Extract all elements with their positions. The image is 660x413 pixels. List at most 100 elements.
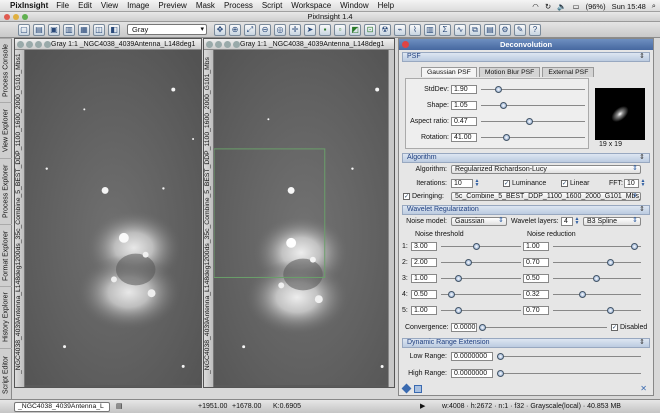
aspect-ratio-field[interactable]: 0.47: [451, 117, 477, 126]
menu-view[interactable]: View: [101, 1, 118, 10]
high-range-field[interactable]: 0.0000000: [451, 369, 493, 378]
collapse-icon[interactable]: ⇕: [639, 206, 645, 214]
new-instance-icon[interactable]: [401, 383, 412, 394]
tab-view-explorer[interactable]: View Explorer: [0, 102, 12, 158]
noise-threshold-slider[interactable]: [441, 306, 521, 315]
noise-threshold-field[interactable]: 1.00: [411, 306, 437, 315]
tab-gaussian-psf[interactable]: Gaussian PSF: [421, 67, 477, 77]
fft-field[interactable]: 10: [624, 179, 639, 188]
iterations-field[interactable]: 10: [451, 179, 473, 188]
image-window-original[interactable]: Gray 1:1 _NGC4038_4039Antenna_L148deg1 _…: [14, 38, 202, 388]
slider-knob[interactable]: [497, 370, 504, 377]
rgb-icon[interactable]: ◧: [108, 23, 120, 36]
image-identifier-bar[interactable]: _NGC4038_4039Antenna_L148deg1200ds_35c_C…: [204, 50, 214, 387]
battery-icon[interactable]: ▭: [572, 2, 579, 11]
stddev-slider[interactable]: [481, 85, 585, 94]
high-range-slider[interactable]: [497, 369, 641, 378]
clock[interactable]: Sun 15:48: [612, 2, 646, 11]
noise-reduction-field[interactable]: 0.32: [523, 290, 549, 299]
slider-knob[interactable]: [526, 118, 534, 125]
stf-auto-icon[interactable]: ⌁: [394, 23, 406, 36]
noise-threshold-slider[interactable]: [441, 258, 521, 267]
convergence-slider[interactable]: [479, 323, 607, 332]
play-icon[interactable]: ▶: [420, 400, 425, 413]
noise-threshold-slider[interactable]: [441, 274, 521, 283]
zoom-1to1-icon[interactable]: ◎: [274, 23, 286, 36]
zoom-fit-icon[interactable]: ⤢: [244, 23, 256, 36]
slider-knob[interactable]: [479, 324, 486, 331]
slider-knob[interactable]: [448, 291, 456, 298]
menu-edit[interactable]: Edit: [78, 1, 92, 10]
menu-script[interactable]: Script: [262, 1, 282, 10]
noise-reduction-field[interactable]: 0.70: [523, 258, 549, 267]
image-iconize-icon[interactable]: [35, 41, 42, 48]
reset-icon[interactable]: ✕: [640, 384, 647, 393]
close-image-icon[interactable]: ▥: [63, 23, 75, 36]
sync-icon[interactable]: ↻: [545, 2, 551, 11]
fft-stepper[interactable]: ▲ ▼: [640, 179, 646, 188]
noise-reduction-slider[interactable]: [553, 274, 641, 283]
image-close-icon[interactable]: [206, 41, 213, 48]
save-icon[interactable]: ▣: [48, 23, 60, 36]
cursor-icon[interactable]: ➤: [304, 23, 316, 36]
scaling-function-select[interactable]: B3 Spline: [583, 217, 641, 226]
checkbox-box[interactable]: ✓: [503, 180, 510, 187]
window-icon[interactable]: ◫: [93, 23, 105, 36]
aspect-ratio-slider[interactable]: [481, 117, 585, 126]
explorer-icon[interactable]: ▤: [484, 23, 496, 36]
checkbox-box[interactable]: ✓: [611, 324, 618, 331]
help-icon[interactable]: ?: [529, 23, 541, 36]
noise-reduction-slider[interactable]: [553, 290, 641, 299]
pan-icon[interactable]: ✥: [214, 23, 226, 36]
checkbox-box[interactable]: ✓: [403, 193, 410, 200]
stf-icon[interactable]: ☢: [379, 23, 391, 36]
menu-workspace[interactable]: Workspace: [291, 1, 331, 10]
image-identifier-bar[interactable]: _NGC4038_4039Antenna_L148deg1200ds_35c_C…: [15, 50, 25, 387]
disabled-checkbox[interactable]: ✓ Disabled: [611, 324, 647, 331]
tab-format-explorer[interactable]: Format Explorer: [0, 224, 12, 286]
noise-threshold-slider[interactable]: [441, 242, 521, 251]
slider-knob[interactable]: [455, 307, 463, 314]
shape-field[interactable]: 1.05: [451, 101, 477, 110]
slider-knob[interactable]: [607, 259, 615, 266]
slider-knob[interactable]: [500, 102, 508, 109]
section-wavelet-regularization[interactable]: Wavelet Regularization ⇕: [402, 205, 650, 215]
linear-checkbox[interactable]: ✓ Linear: [561, 180, 589, 187]
section-dynamic-range[interactable]: Dynamic Range Extension ⇕: [402, 338, 650, 348]
apply-icon[interactable]: [414, 385, 422, 393]
vertical-scrollbar[interactable]: [388, 50, 394, 387]
deringing-support-select[interactable]: 5c_Combine_5_BEST_DDP_1100_1600_2000_G10…: [451, 192, 641, 201]
noise-threshold-field[interactable]: 3.00: [411, 242, 437, 251]
shape-slider[interactable]: [481, 101, 585, 110]
algorithm-select[interactable]: Regularized Richardson-Lucy: [451, 165, 641, 174]
panel-close-icon[interactable]: [402, 41, 409, 48]
curves-icon[interactable]: ∿: [454, 23, 466, 36]
menu-image[interactable]: Image: [127, 1, 149, 10]
noise-threshold-slider[interactable]: [441, 290, 521, 299]
tab-history-explorer[interactable]: History Explorer: [0, 286, 12, 348]
tab-process-explorer[interactable]: Process Explorer: [0, 158, 12, 224]
stddev-field[interactable]: 1.90: [451, 85, 477, 94]
slider-knob[interactable]: [464, 259, 472, 266]
image-window-preview[interactable]: Gray 1:1 _NGC4038_4039Antenna_L148deg1 _…: [203, 38, 395, 388]
convergence-field[interactable]: 0.0000: [451, 323, 477, 332]
image-window-titlebar[interactable]: Gray 1:1 _NGC4038_4039Antenna_L148deg1: [15, 39, 201, 50]
image-shade-icon[interactable]: [215, 41, 222, 48]
script-icon[interactable]: ✎: [514, 23, 526, 36]
image-shade-icon[interactable]: [26, 41, 33, 48]
layout-icon[interactable]: ▦: [78, 23, 90, 36]
rotation-slider[interactable]: [481, 133, 585, 142]
readout-icon[interactable]: ✛: [289, 23, 301, 36]
noise-reduction-slider[interactable]: [553, 242, 641, 251]
image-canvas[interactable]: [25, 50, 201, 386]
slider-knob[interactable]: [593, 275, 600, 282]
tab-external-psf[interactable]: External PSF: [542, 67, 595, 77]
spotlight-icon[interactable]: ⌕: [652, 1, 656, 11]
low-range-slider[interactable]: [497, 352, 641, 361]
section-psf[interactable]: PSF ⇕: [402, 52, 650, 62]
noise-reduction-slider[interactable]: [553, 306, 641, 315]
image-close-icon[interactable]: [17, 41, 24, 48]
noise-threshold-field[interactable]: 0.50: [411, 290, 437, 299]
image-iconize-icon[interactable]: [224, 41, 231, 48]
mask-enable-icon[interactable]: ▫: [334, 23, 346, 36]
